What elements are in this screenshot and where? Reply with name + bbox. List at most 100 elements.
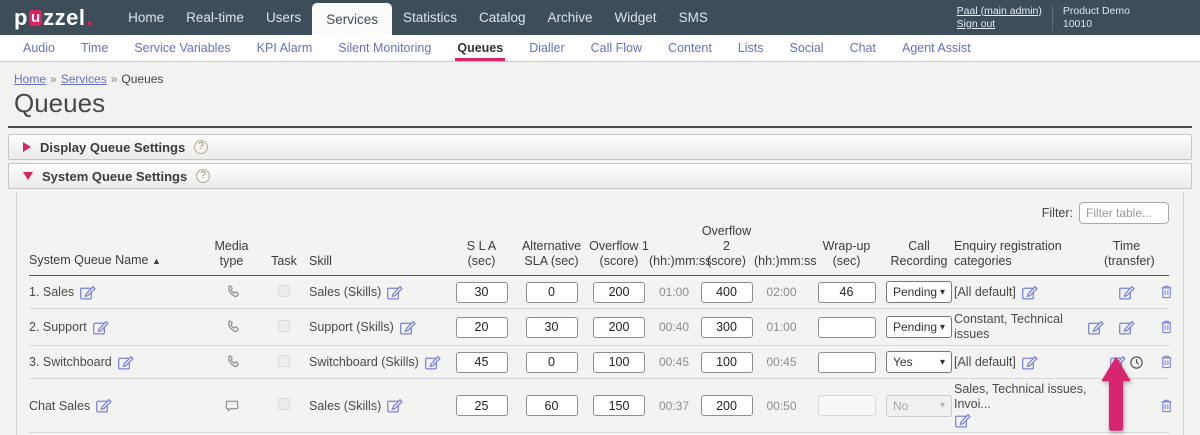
edit-enquiry-icon[interactable]: [1021, 354, 1038, 371]
sla-input[interactable]: [456, 282, 508, 303]
column-header-call-recording[interactable]: CallRecording: [884, 239, 954, 269]
delete-queue-icon[interactable]: [1159, 318, 1174, 335]
overflow2-input[interactable]: [701, 317, 753, 338]
edit-skill-icon[interactable]: [386, 284, 403, 301]
column-header-system-queue-name[interactable]: System Queue Name ▲: [29, 253, 204, 269]
topnav-item-home[interactable]: Home: [117, 0, 175, 35]
subnav-item-call-flow[interactable]: Call Flow: [578, 35, 655, 61]
enquiry-categories: [All default]: [954, 355, 1016, 370]
subnav-item-agent-assist[interactable]: Agent Assist: [889, 35, 984, 61]
wrap-up-input[interactable]: [818, 317, 876, 338]
display-queue-settings-accordion[interactable]: Display Queue Settings ?: [8, 134, 1192, 160]
column-header-overflow1[interactable]: Overflow 1(score): [589, 239, 649, 269]
clock-icon[interactable]: [1129, 355, 1144, 370]
table-row: Chat Sales Sales (Skills) 00:37 00:50 No…: [29, 379, 1169, 433]
subnav-item-queues[interactable]: Queues: [444, 35, 516, 61]
column-header-media-type[interactable]: Media type: [204, 239, 259, 269]
subnav-item-kpi-alarm[interactable]: KPI Alarm: [244, 35, 326, 61]
filter-table-input[interactable]: [1079, 202, 1169, 224]
edit-enquiry-icon[interactable]: [1021, 284, 1038, 301]
overflow1-input[interactable]: [593, 282, 645, 303]
edit-enquiry-icon[interactable]: [954, 412, 971, 429]
overflow2-time: 00:45: [754, 355, 809, 369]
column-header-sla[interactable]: S L A(sec): [449, 239, 514, 269]
skill-name: Switchboard (Skills): [309, 355, 419, 369]
column-header-alternative-sla[interactable]: AlternativeSLA (sec): [514, 239, 589, 269]
column-header-task[interactable]: Task: [259, 254, 309, 269]
account-name: Product Demo: [1063, 5, 1130, 18]
wrap-up-input[interactable]: [818, 352, 876, 373]
call-recording-select[interactable]: Pending▾: [886, 281, 952, 303]
overflow2-input[interactable]: [701, 395, 753, 416]
overflow1-input[interactable]: [593, 352, 645, 373]
edit-queue-icon[interactable]: [92, 319, 109, 336]
topnav-item-statistics[interactable]: Statistics: [392, 0, 468, 35]
overflow1-time: 00:37: [649, 399, 699, 413]
queue-name: 1. Sales: [29, 285, 74, 299]
breadcrumb-separator: »: [111, 72, 118, 86]
user-profile-link[interactable]: Paal (main admin): [957, 5, 1042, 18]
wrap-up-input[interactable]: [818, 282, 876, 303]
overflow2-input[interactable]: [701, 352, 753, 373]
alternative-sla-input[interactable]: [526, 352, 578, 373]
alternative-sla-input[interactable]: [526, 282, 578, 303]
column-header-time-transfer[interactable]: Time(transfer): [1104, 239, 1149, 269]
overflow1-input[interactable]: [593, 317, 645, 338]
topnav-item-services[interactable]: Services: [312, 3, 392, 35]
sign-out-link[interactable]: Sign out: [957, 18, 1042, 31]
edit-time-transfer-icon[interactable]: [1118, 319, 1135, 336]
edit-skill-icon[interactable]: [386, 397, 403, 414]
accordion-group: Display Queue Settings ? System Queue Se…: [8, 134, 1192, 435]
topnav-item-widget[interactable]: Widget: [604, 0, 668, 35]
overflow1-input[interactable]: [593, 395, 645, 416]
page-title-wrap: Queues: [8, 88, 1192, 128]
edit-skill-icon[interactable]: [399, 319, 416, 336]
overflow2-input[interactable]: [701, 282, 753, 303]
overflow2-time: 01:00: [754, 320, 809, 334]
help-icon[interactable]: ?: [196, 169, 210, 183]
delete-queue-icon[interactable]: [1159, 353, 1174, 370]
alternative-sla-input[interactable]: [526, 395, 578, 416]
breadcrumb-services-link[interactable]: Services: [61, 72, 107, 86]
topnav-item-realtime[interactable]: Real-time: [175, 0, 255, 35]
edit-queue-icon[interactable]: [79, 284, 96, 301]
help-icon[interactable]: ?: [194, 140, 208, 154]
column-header-overflow2[interactable]: Overflow 2(score): [699, 224, 754, 269]
sla-input[interactable]: [456, 352, 508, 373]
subnav-item-social[interactable]: Social: [777, 35, 837, 61]
topnav-item-catalog[interactable]: Catalog: [468, 0, 537, 35]
subnav-item-time[interactable]: Time: [68, 35, 121, 61]
subnav-item-silent-monitoring[interactable]: Silent Monitoring: [325, 35, 444, 61]
topnav-item-sms[interactable]: SMS: [668, 0, 719, 35]
subnav-item-dialler[interactable]: Dialler: [516, 35, 577, 61]
subnav-item-service-variables[interactable]: Service Variables: [121, 35, 243, 61]
edit-time-transfer-icon[interactable]: [1118, 284, 1135, 301]
topnav-item-archive[interactable]: Archive: [537, 0, 604, 35]
column-header-wrap-up[interactable]: Wrap-up(sec): [809, 239, 884, 269]
column-header-skill[interactable]: Skill: [309, 254, 449, 269]
system-queue-settings-accordion[interactable]: System Queue Settings ?: [8, 163, 1192, 189]
edit-queue-icon[interactable]: [95, 397, 112, 414]
sla-input[interactable]: [456, 317, 508, 338]
enquiry-categories: Sales, Technical issues, Invoi...: [954, 382, 1104, 412]
column-header-enquiry-registration[interactable]: Enquiry registrationcategories: [954, 239, 1104, 269]
alternative-sla-input[interactable]: [526, 317, 578, 338]
subnav-item-chat[interactable]: Chat: [837, 35, 889, 61]
delete-queue-icon[interactable]: [1159, 283, 1174, 300]
subnav-item-audio[interactable]: Audio: [10, 35, 68, 61]
edit-queue-icon[interactable]: [117, 354, 134, 371]
subnav-item-lists[interactable]: Lists: [725, 35, 777, 61]
breadcrumb-home-link[interactable]: Home: [14, 72, 46, 86]
call-recording-select[interactable]: Yes▾: [886, 351, 952, 373]
edit-enquiry-icon[interactable]: [1087, 319, 1104, 336]
task-checkbox: [278, 355, 290, 367]
call-recording-select[interactable]: Pending▾: [886, 316, 952, 338]
delete-queue-icon[interactable]: [1159, 397, 1174, 414]
queue-name: 3. Switchboard: [29, 355, 112, 369]
sla-input[interactable]: [456, 395, 508, 416]
puzzel-logo[interactable]: puzzel.: [14, 0, 93, 35]
edit-skill-icon[interactable]: [424, 354, 441, 371]
wrap-up-input-disabled: [818, 395, 876, 416]
subnav-item-content[interactable]: Content: [655, 35, 725, 61]
topnav-item-users[interactable]: Users: [255, 0, 312, 35]
